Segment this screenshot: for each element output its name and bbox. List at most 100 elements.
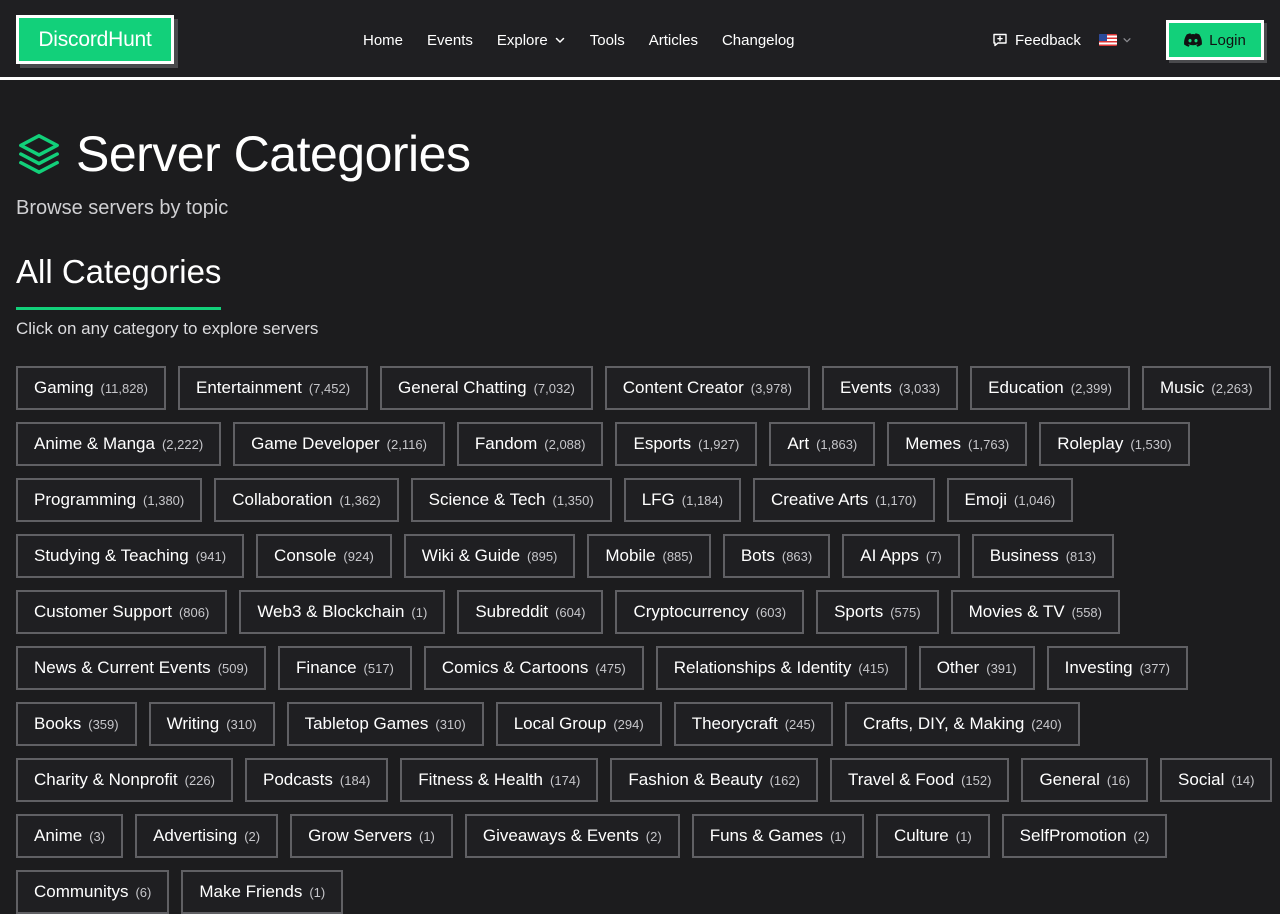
category-chip[interactable]: Culture (1) xyxy=(875,814,990,858)
category-chip[interactable]: Funs & Games (1) xyxy=(691,814,864,858)
category-chip[interactable]: Finance (517) xyxy=(278,646,412,690)
category-chip[interactable]: Studying & Teaching (941) xyxy=(16,534,245,578)
category-chip[interactable]: General Chatting (7,032) xyxy=(380,366,593,410)
category-chip[interactable]: Web3 & Blockchain (1) xyxy=(239,590,446,634)
category-count: (391) xyxy=(986,660,1017,676)
category-name: Tabletop Games xyxy=(304,714,429,733)
page-subtitle: Browse servers by topic xyxy=(16,197,229,219)
category-name: Bots xyxy=(740,546,775,565)
category-chip[interactable]: Charity & Nonprofit (226) xyxy=(16,758,233,802)
category-chip[interactable]: Console (924) xyxy=(256,534,392,578)
nav-events[interactable]: Events xyxy=(427,32,473,49)
category-name: Mobile xyxy=(605,546,656,565)
category-chip[interactable]: Giveaways & Events (2) xyxy=(464,814,680,858)
category-chip[interactable]: Fitness & Health (174) xyxy=(400,758,599,802)
site-logo[interactable]: DiscordHunt xyxy=(16,15,174,64)
category-chip[interactable]: Make Friends (1) xyxy=(181,870,344,914)
category-count: (575) xyxy=(890,604,921,620)
category-count: (1) xyxy=(309,884,326,900)
category-chip[interactable]: Music (2,263) xyxy=(1141,366,1271,410)
category-chip[interactable]: General (16) xyxy=(1021,758,1149,802)
nav-explore[interactable]: Explore xyxy=(497,32,566,49)
category-chip[interactable]: Customer Support (806) xyxy=(16,590,228,634)
category-name: Charity & Nonprofit xyxy=(34,770,178,789)
language-selector[interactable] xyxy=(1099,0,1132,80)
category-chip[interactable]: Art (1,863) xyxy=(769,422,876,466)
category-chip[interactable]: Tabletop Games (310) xyxy=(286,702,484,746)
category-chip[interactable]: Business (813) xyxy=(971,534,1115,578)
section-underline xyxy=(16,307,221,310)
category-chip[interactable]: Gaming (11,828) xyxy=(16,366,166,410)
category-chip[interactable]: Science & Tech (1,350) xyxy=(410,478,612,522)
nav-tools[interactable]: Tools xyxy=(590,32,625,49)
category-count: (813) xyxy=(1065,548,1097,564)
category-count: (1,530) xyxy=(1130,436,1172,452)
category-chip[interactable]: Fashion & Beauty (162) xyxy=(610,758,818,802)
category-count: (3,033) xyxy=(898,380,941,396)
category-chip[interactable]: Creative Arts (1,170) xyxy=(752,478,935,522)
section-title: All Categories xyxy=(16,253,222,290)
category-chip[interactable]: Memes (1,763) xyxy=(887,422,1028,466)
category-count: (7,032) xyxy=(533,380,575,396)
category-count: (863) xyxy=(781,548,813,564)
login-button[interactable]: Login xyxy=(1166,20,1264,60)
category-chip[interactable]: Grow Servers (1) xyxy=(290,814,453,858)
category-chip[interactable]: Podcasts (184) xyxy=(244,758,389,802)
category-chip[interactable]: Events (3,033) xyxy=(821,366,959,410)
category-chip[interactable]: Entertainment (7,452) xyxy=(178,366,369,410)
category-count: (240) xyxy=(1031,716,1062,732)
feedback-button[interactable]: Feedback xyxy=(992,0,1081,80)
category-chip[interactable]: Roleplay (1,530) xyxy=(1039,422,1190,466)
category-chip[interactable]: AI Apps (7) xyxy=(842,534,960,578)
nav-articles[interactable]: Articles xyxy=(649,32,698,49)
category-chip[interactable]: Anime (3) xyxy=(16,814,124,858)
category-name: Education xyxy=(988,378,1064,397)
category-chip[interactable]: Comics & Cartoons (475) xyxy=(423,646,644,690)
category-chip[interactable]: Sports (575) xyxy=(816,590,939,634)
category-chip[interactable]: Investing (377) xyxy=(1046,646,1188,690)
category-chip[interactable]: Esports (1,927) xyxy=(615,422,758,466)
nav-changelog[interactable]: Changelog xyxy=(722,32,795,49)
category-chip[interactable]: Relationships & Identity (415) xyxy=(655,646,907,690)
category-chip[interactable]: Bots (863) xyxy=(722,534,831,578)
category-name: Podcasts xyxy=(262,770,333,789)
category-count: (294) xyxy=(613,716,644,732)
category-chip[interactable]: News & Current Events (509) xyxy=(16,646,267,690)
category-count: (2,088) xyxy=(544,436,586,452)
category-chip[interactable]: Anime & Manga (2,222) xyxy=(16,422,222,466)
category-chip[interactable]: Movies & TV (558) xyxy=(950,590,1120,634)
category-chip[interactable]: Social (14) xyxy=(1160,758,1273,802)
category-chip[interactable]: Local Group (294) xyxy=(495,702,662,746)
nav-changelog-label: Changelog xyxy=(721,31,795,49)
category-chip[interactable]: Theorycraft (245) xyxy=(673,702,834,746)
category-chip[interactable]: Content Creator (3,978) xyxy=(604,366,810,410)
category-chip[interactable]: Programming (1,380) xyxy=(16,478,203,522)
category-chip[interactable]: Cryptocurrency (603) xyxy=(615,590,805,634)
category-chip[interactable]: Communitys (6) xyxy=(16,870,170,914)
category-chip[interactable]: LFG (1,184) xyxy=(623,478,741,522)
category-name: Science & Tech xyxy=(428,490,546,509)
category-chip[interactable]: Collaboration (1,362) xyxy=(214,478,399,522)
category-chip[interactable]: Subreddit (604) xyxy=(457,590,604,634)
category-chip[interactable]: Travel & Food (152) xyxy=(829,758,1010,802)
category-name: Giveaways & Events xyxy=(482,826,639,845)
category-chip[interactable]: Writing (310) xyxy=(148,702,275,746)
category-chip[interactable]: Fandom (2,088) xyxy=(456,422,604,466)
nav-home[interactable]: Home xyxy=(363,32,403,49)
category-chip[interactable]: Emoji (1,046) xyxy=(946,478,1074,522)
category-count: (162) xyxy=(769,772,800,788)
category-chip[interactable]: Books (359) xyxy=(16,702,137,746)
category-chip[interactable]: SelfPromotion (2) xyxy=(1001,814,1168,858)
category-name: Movies & TV xyxy=(968,602,1065,621)
category-chip[interactable]: Wiki & Guide (895) xyxy=(403,534,576,578)
category-chip[interactable]: Crafts, DIY, & Making (240) xyxy=(845,702,1080,746)
category-chip[interactable]: Other (391) xyxy=(918,646,1035,690)
category-chip[interactable]: Education (2,399) xyxy=(970,366,1130,410)
category-chip[interactable]: Mobile (885) xyxy=(587,534,711,578)
category-name: Finance xyxy=(296,658,357,677)
nav-explore-label: Explore xyxy=(496,31,548,49)
chevron-down-icon xyxy=(555,37,564,43)
category-chip[interactable]: Game Developer (2,116) xyxy=(233,422,445,466)
category-chip[interactable]: Advertising (2) xyxy=(135,814,279,858)
category-count: (6) xyxy=(135,884,152,900)
